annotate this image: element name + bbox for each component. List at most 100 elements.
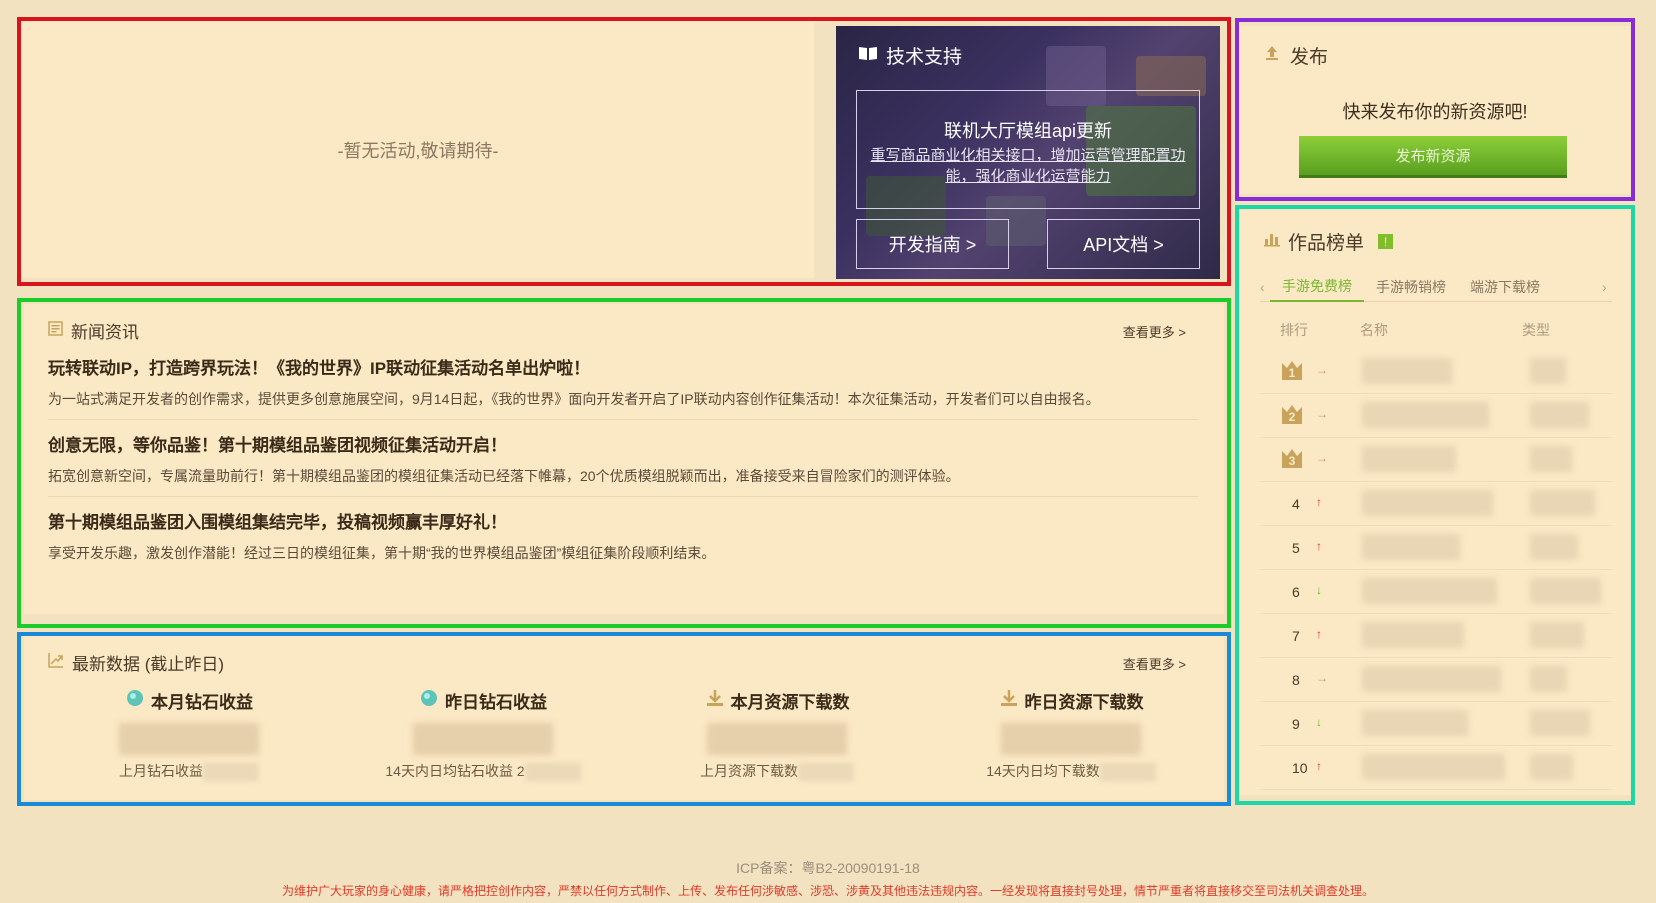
trend-arrow-icon: ↓ [1316, 715, 1322, 729]
ranking-row[interactable]: 10 ↑ [1260, 746, 1612, 790]
tech-news-title: 联机大厅模组api更新 [943, 121, 1113, 141]
tech-support-title: 技术支持 [858, 42, 962, 69]
rank-number: 5 [1292, 540, 1300, 556]
news-item-desc: 享受开发乐趣，激发创作潜能！经过三日的模组征集，第十期“我的世界模组品鉴团”模组… [48, 545, 716, 561]
crown-icon: 2 [1282, 405, 1302, 424]
type-blurred [1530, 754, 1573, 780]
diamond-icon [125, 688, 145, 713]
news-item-title[interactable]: 第十期模组品鉴团入围模组集结完毕，投稿视频赢丰厚好礼！ [48, 508, 1198, 533]
ranking-row[interactable]: 3 → [1260, 438, 1612, 482]
name-blurred [1362, 402, 1489, 428]
name-blurred [1362, 622, 1464, 648]
ranking-row[interactable]: 4 ↑ [1260, 482, 1612, 526]
news-item[interactable]: 第十期模组品鉴团入围模组集结完毕，投稿视频赢丰厚好礼！ 享受开发乐趣，激发创作潜… [48, 508, 1198, 563]
publish-title: 发布 [1290, 47, 1329, 68]
ranking-info-badge[interactable]: ! [1378, 234, 1394, 249]
news-item[interactable]: 玩转联动IP，打造跨界玩法！《我的世界》IP联动征集活动名单出炉啦！ 为一站式满… [48, 354, 1198, 409]
name-blurred [1362, 578, 1497, 604]
tab-mobile-bestselling[interactable]: 手游畅销榜 [1364, 272, 1458, 302]
stat-sub: 上月资源下载数 [700, 763, 798, 779]
divider [48, 496, 1198, 497]
upload-icon [1264, 45, 1280, 67]
stat-value-blurred [707, 723, 847, 755]
stat-yesterday-diamond: 昨日钻石收益 14天内日均钻石收益 2 [348, 688, 618, 782]
data-view-more-link[interactable]: 查看更多 > [1123, 654, 1186, 673]
name-blurred [1362, 534, 1460, 560]
rank-number: 4 [1292, 496, 1300, 512]
chevron-left-icon[interactable]: ‹ [1260, 279, 1270, 295]
col-type: 类型 [1522, 322, 1550, 338]
news-item-title[interactable]: 玩转联动IP，打造跨界玩法！《我的世界》IP联动征集活动名单出炉啦！ [48, 354, 1198, 379]
icp-record: ICP备案：粤B2-20090191-18 [736, 860, 920, 876]
name-blurred [1362, 490, 1493, 516]
api-doc-button[interactable]: API文档 > [1047, 219, 1200, 269]
stat-month-diamond: 本月钻石收益 上月钻石收益 [54, 688, 324, 782]
trend-icon [48, 652, 64, 673]
stat-value-blurred [119, 723, 259, 755]
rank-number: 8 [1292, 672, 1300, 688]
ranking-title: 作品榜单 [1288, 233, 1365, 254]
type-blurred [1530, 666, 1567, 692]
ranking-row[interactable]: 6 ↓ [1260, 570, 1612, 614]
publish-new-resource-button[interactable]: 发布新资源 [1299, 136, 1567, 178]
news-item-desc: 拓宽创意新空间，专属流量助前行！第十期模组品鉴团的模组征集活动已经落下帷幕，20… [48, 468, 960, 484]
stat-sub: 上月钻石收益 [119, 763, 203, 779]
dev-guide-button[interactable]: 开发指南 > [856, 219, 1009, 269]
ranking-row[interactable]: 1 → [1260, 350, 1612, 394]
trend-arrow-icon: ↓ [1316, 583, 1322, 597]
news-item-desc: 为一站式满足开发者的创作需求，提供更多创意施展空间，9月14日起，《我的世界》面… [48, 391, 1100, 407]
name-blurred [1362, 710, 1468, 736]
type-blurred [1530, 710, 1590, 736]
stat-label: 昨日资源下载数 [1024, 693, 1144, 712]
trend-arrow-icon: → [1316, 363, 1328, 377]
stat-sub: 14天内日均钻石收益 2 [385, 763, 525, 779]
type-blurred [1530, 490, 1595, 516]
publish-panel: 发布 快来发布你的新资源吧! 发布新资源 [1240, 26, 1630, 194]
download-icon [999, 688, 1019, 713]
ranking-row[interactable]: 5 ↑ [1260, 526, 1612, 570]
name-blurred [1362, 358, 1452, 384]
tab-pc-downloads[interactable]: 端游下载榜 [1458, 272, 1552, 302]
trend-arrow-icon: ↑ [1316, 759, 1322, 773]
rank-number: 9 [1292, 716, 1300, 732]
tab-mobile-free[interactable]: 手游免费榜 [1270, 272, 1364, 302]
news-header: 新闻资讯 [48, 318, 139, 343]
stat-sub: 14天内日均下载数 [986, 763, 1100, 779]
type-blurred [1530, 622, 1584, 648]
download-icon [705, 688, 725, 713]
tech-news-link[interactable]: 联机大厅模组api更新 重写商品商业化相关接口，增加运营管理配置功能，强化商业化… [856, 90, 1200, 209]
divider [48, 419, 1198, 420]
news-item[interactable]: 创意无限，等你品鉴！第十期模组品鉴团视频征集活动开启！ 拓宽创意新空间，专属流量… [48, 431, 1198, 486]
news-title: 新闻资讯 [71, 323, 139, 342]
news-item-title[interactable]: 创意无限，等你品鉴！第十期模组品鉴团视频征集活动开启！ [48, 431, 1198, 456]
publish-slogan: 快来发布你的新资源吧! [1342, 102, 1528, 122]
ranking-header: 作品榜单 ! [1264, 228, 1394, 255]
ranking-row[interactable]: 2 → [1260, 394, 1612, 438]
news-icon [48, 320, 63, 341]
data-panel: 最新数据 (截止昨日) 查看更多 > 本月钻石收益 上月钻石收益 昨日钻石收益 … [24, 636, 1224, 800]
tech-support-banner: 技术支持 联机大厅模组api更新 重写商品商业化相关接口，增加运营管理配置功能，… [836, 26, 1220, 279]
news-panel: 新闻资讯 查看更多 > 玩转联动IP，打造跨界玩法！《我的世界》IP联动征集活动… [24, 304, 1224, 614]
rank-number: 7 [1292, 628, 1300, 644]
diamond-icon [419, 688, 439, 713]
chevron-right-icon[interactable]: › [1602, 279, 1612, 295]
type-blurred [1530, 534, 1578, 560]
stat-month-downloads: 本月资源下载数 上月资源下载数 [642, 688, 912, 782]
col-rank: 排行 [1280, 322, 1308, 338]
crown-icon: 3 [1282, 449, 1302, 468]
ranking-row[interactable]: 8 → [1260, 658, 1612, 702]
tech-news-desc: 重写商品商业化相关接口，增加运营管理配置功能，强化商业化运营能力 [870, 147, 1186, 185]
rank-number: 10 [1292, 760, 1308, 776]
tech-support-label: 技术支持 [886, 47, 963, 68]
name-blurred [1362, 446, 1456, 472]
stat-label: 昨日钻石收益 [445, 693, 547, 712]
type-blurred [1530, 358, 1566, 384]
ranking-row[interactable]: 9 ↓ [1260, 702, 1612, 746]
trend-arrow-icon: ↑ [1316, 495, 1322, 509]
ranking-row[interactable]: 7 ↑ [1260, 614, 1612, 658]
news-view-more-link[interactable]: 查看更多 > [1123, 322, 1186, 341]
trend-arrow-icon: ↑ [1316, 627, 1322, 641]
type-blurred [1530, 402, 1589, 428]
stat-yesterday-downloads: 昨日资源下载数 14天内日均下载数 [936, 688, 1206, 782]
type-blurred [1530, 446, 1572, 472]
